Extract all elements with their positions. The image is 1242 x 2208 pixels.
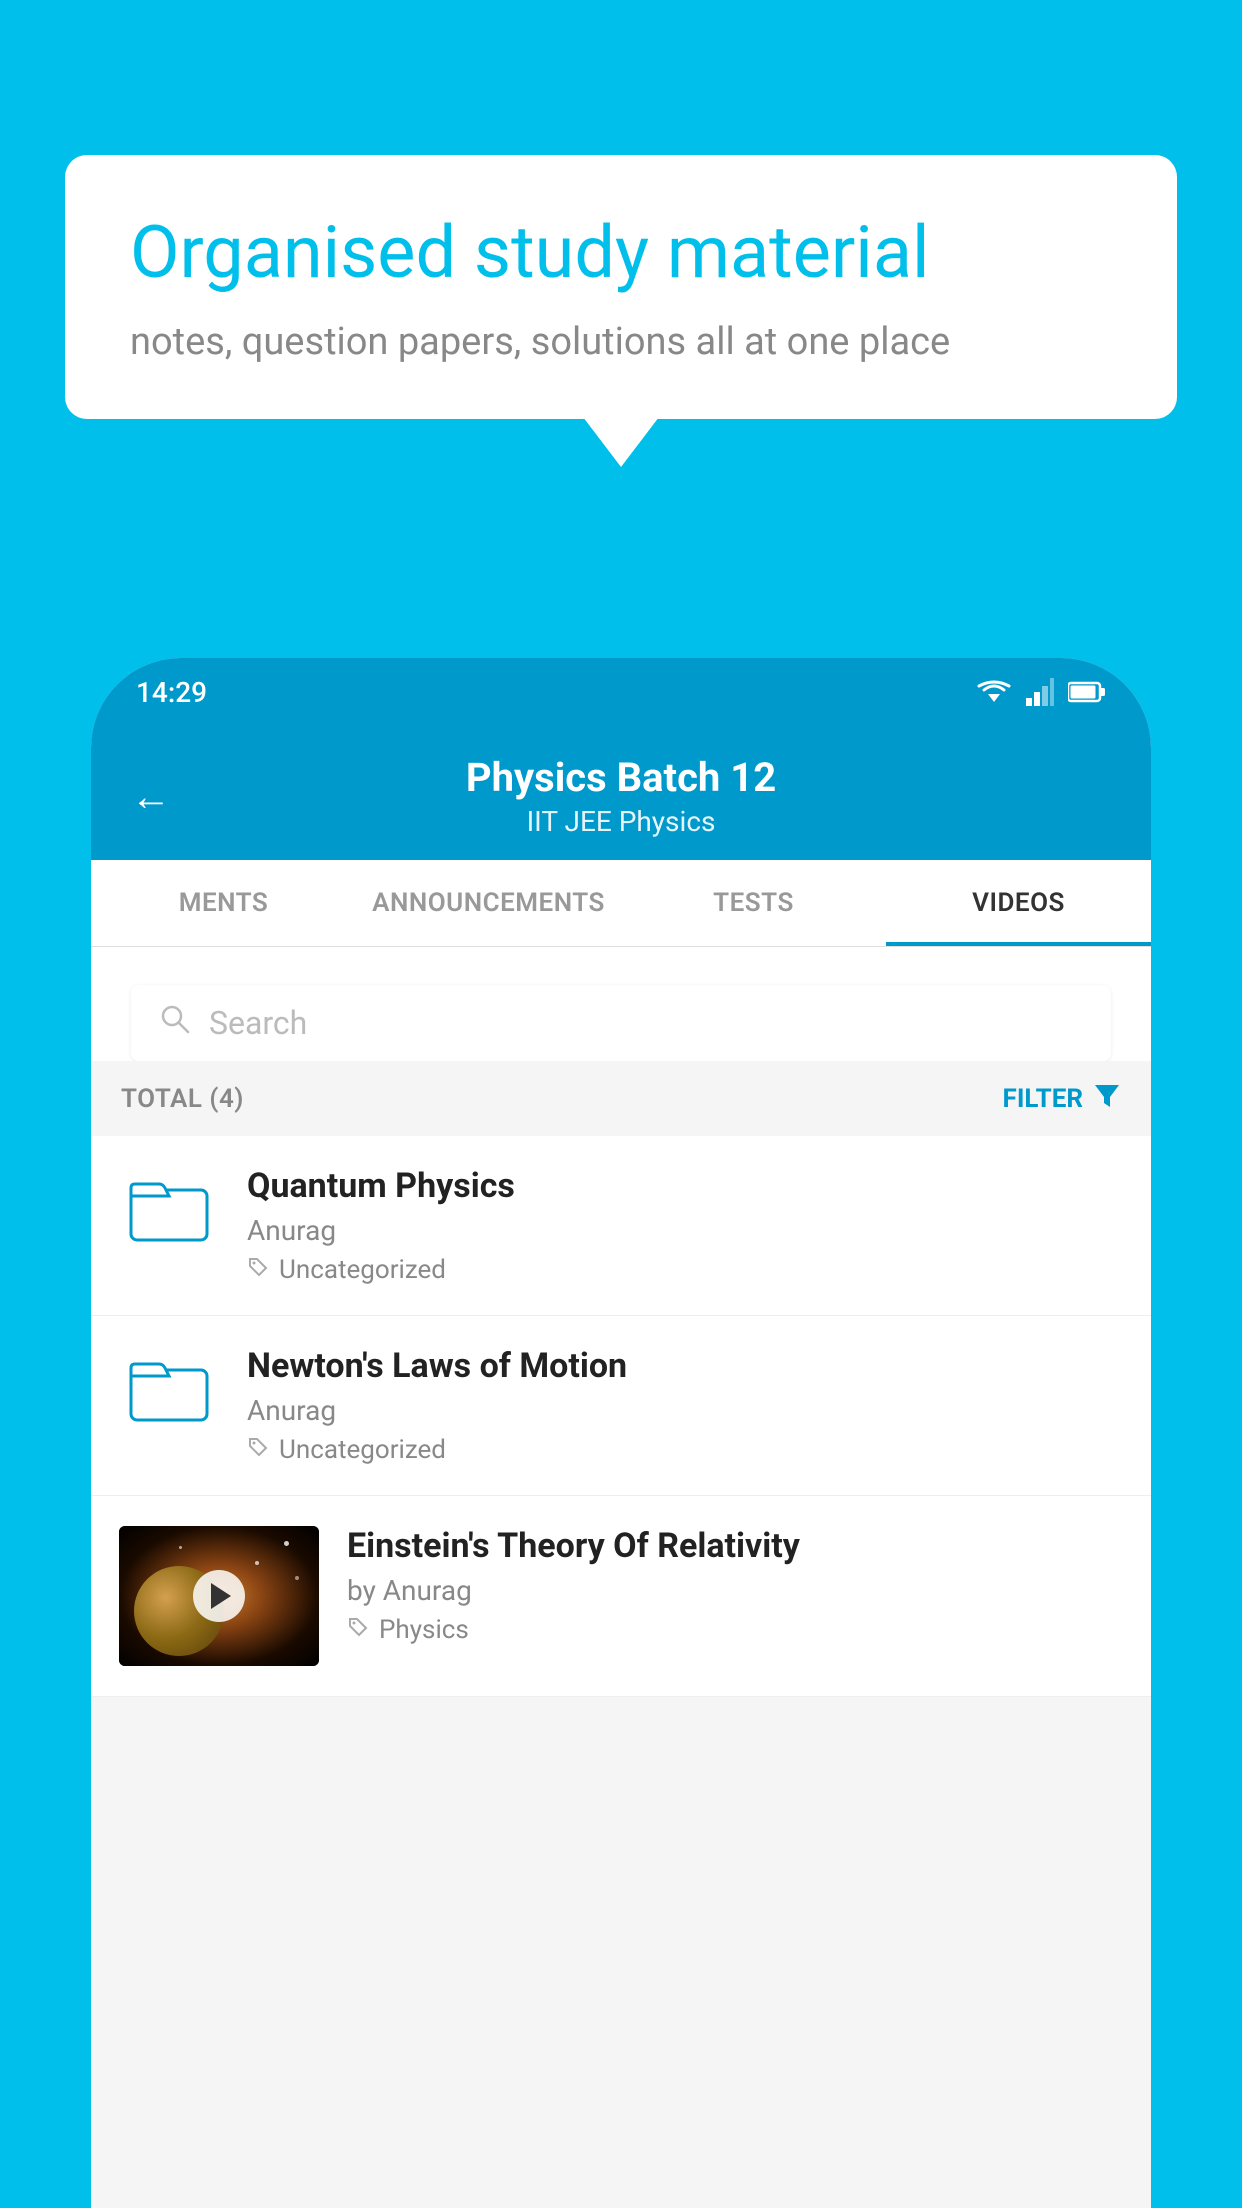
status-icons xyxy=(976,678,1106,706)
tag-label: Uncategorized xyxy=(279,1435,446,1465)
video-tag: Uncategorized xyxy=(247,1435,1123,1465)
tag-icon xyxy=(247,1255,269,1285)
tag-icon xyxy=(247,1435,269,1465)
bubble-subtitle: notes, question papers, solutions all at… xyxy=(130,320,1112,364)
video-title: Einstein's Theory Of Relativity xyxy=(347,1526,1123,1566)
video-info: Einstein's Theory Of Relativity by Anura… xyxy=(347,1526,1123,1645)
header-text: Physics Batch 12 IIT JEE Physics xyxy=(201,754,1041,838)
tab-tests[interactable]: TESTS xyxy=(621,860,886,946)
video-author: by Anurag xyxy=(347,1574,1123,1607)
total-count-label: TOTAL (4) xyxy=(121,1084,244,1114)
bubble-title: Organised study material xyxy=(130,210,1112,296)
video-list: Quantum Physics Anurag Uncategorized xyxy=(91,1136,1151,1697)
status-bar: 14:29 xyxy=(91,658,1151,726)
speech-bubble: Organised study material notes, question… xyxy=(65,155,1177,419)
folder-icon xyxy=(119,1346,219,1422)
search-input-placeholder: Search xyxy=(209,1004,307,1042)
list-item[interactable]: Newton's Laws of Motion Anurag Uncategor… xyxy=(91,1316,1151,1496)
video-thumbnail xyxy=(119,1526,319,1666)
tab-ments[interactable]: MENTS xyxy=(91,860,356,946)
filter-button[interactable]: FILTER xyxy=(1003,1081,1121,1116)
play-button[interactable] xyxy=(193,1570,245,1622)
video-title: Newton's Laws of Motion xyxy=(247,1346,1123,1386)
video-tag: Physics xyxy=(347,1615,1123,1645)
status-time: 14:29 xyxy=(136,676,207,709)
speech-bubble-container: Organised study material notes, question… xyxy=(65,155,1177,419)
filter-bar: TOTAL (4) FILTER xyxy=(91,1061,1151,1136)
video-author: Anurag xyxy=(247,1394,1123,1427)
filter-funnel-icon xyxy=(1093,1081,1121,1116)
video-title: Quantum Physics xyxy=(247,1166,1123,1206)
tab-bar: MENTS ANNOUNCEMENTS TESTS VIDEOS xyxy=(91,860,1151,947)
signal-icon xyxy=(1026,678,1054,706)
tag-label: Uncategorized xyxy=(279,1255,446,1285)
video-info: Newton's Laws of Motion Anurag Uncategor… xyxy=(247,1346,1123,1465)
header-subtitle: IIT JEE Physics xyxy=(201,805,1041,838)
tag-icon xyxy=(347,1615,369,1645)
phone-inner: 14:29 xyxy=(91,658,1151,2208)
search-bar[interactable]: Search xyxy=(131,985,1111,1061)
phone-frame: 14:29 xyxy=(91,658,1151,2208)
search-icon xyxy=(159,1003,191,1043)
back-button[interactable]: ← xyxy=(131,773,171,820)
tab-announcements[interactable]: ANNOUNCEMENTS xyxy=(356,860,621,946)
video-author: Anurag xyxy=(247,1214,1123,1247)
video-info: Quantum Physics Anurag Uncategorized xyxy=(247,1166,1123,1285)
battery-icon xyxy=(1068,681,1106,703)
video-tag: Uncategorized xyxy=(247,1255,1123,1285)
folder-icon xyxy=(119,1166,219,1242)
filter-label: FILTER xyxy=(1003,1084,1083,1114)
list-item[interactable]: Einstein's Theory Of Relativity by Anura… xyxy=(91,1496,1151,1697)
list-item[interactable]: Quantum Physics Anurag Uncategorized xyxy=(91,1136,1151,1316)
header-title: Physics Batch 12 xyxy=(201,754,1041,801)
tag-label: Physics xyxy=(379,1615,469,1645)
app-header: ← Physics Batch 12 IIT JEE Physics xyxy=(91,726,1151,860)
wifi-icon xyxy=(976,678,1012,706)
tab-videos[interactable]: VIDEOS xyxy=(886,860,1151,946)
